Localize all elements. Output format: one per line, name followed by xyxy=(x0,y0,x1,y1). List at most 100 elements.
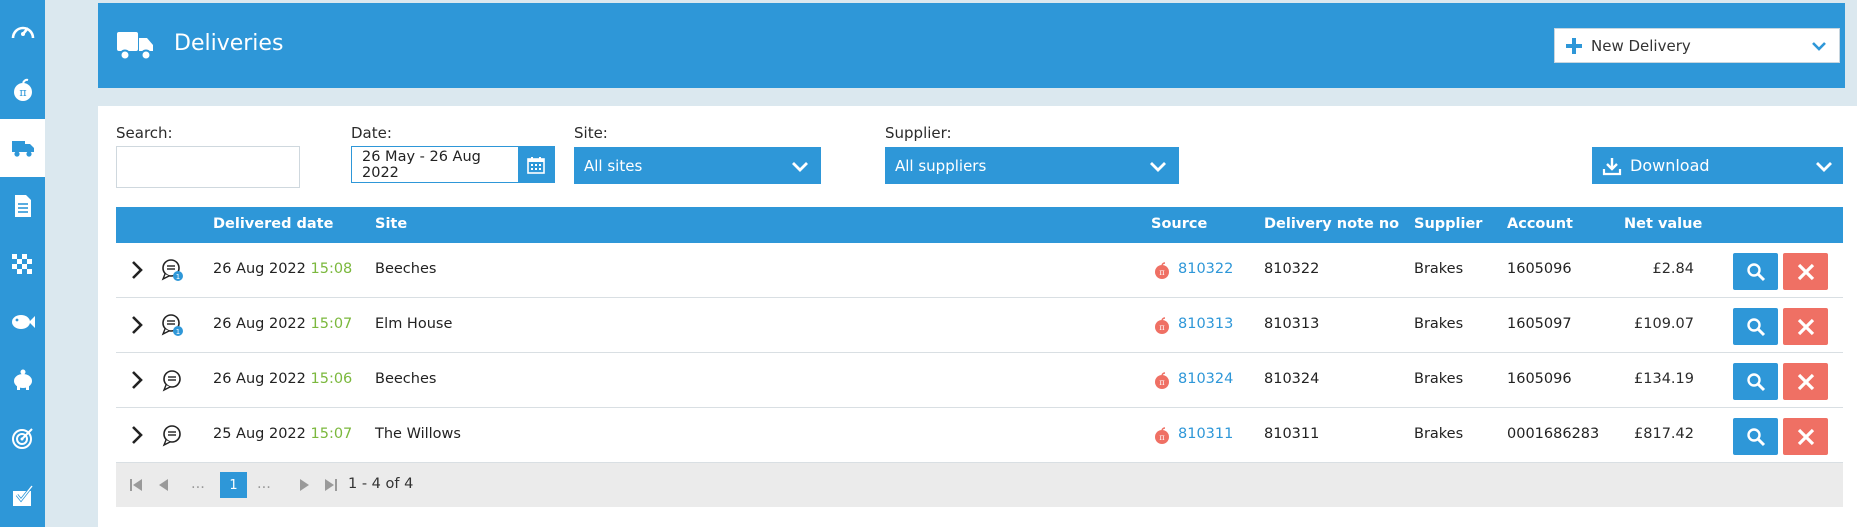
col-source[interactable]: Source xyxy=(1151,216,1207,232)
chevron-right-icon[interactable] xyxy=(126,259,148,281)
site-cell: Elm House xyxy=(375,316,453,332)
view-button[interactable] xyxy=(1733,308,1778,345)
chevron-down-icon xyxy=(1812,41,1826,51)
target-icon xyxy=(11,428,33,449)
page-header: Deliveries New Delivery xyxy=(98,3,1845,88)
new-delivery-button[interactable]: New Delivery xyxy=(1554,28,1840,63)
nav-savings[interactable] xyxy=(0,351,45,409)
col-account[interactable]: Account xyxy=(1507,216,1573,232)
delete-button[interactable] xyxy=(1783,253,1828,290)
delivery-truck-icon xyxy=(117,32,153,61)
next-page-icon xyxy=(300,479,309,491)
table-row[interactable]: 25 Aug 2022 15:07 The Willows π 810311 8… xyxy=(116,408,1843,463)
pagination-bar: ... 1 ... 1 - 4 of 4 xyxy=(116,463,1843,507)
nav-checklist[interactable] xyxy=(0,467,45,525)
note-comment-icon[interactable] xyxy=(160,423,184,447)
time-text: 15:07 xyxy=(310,426,353,442)
account-cell: 1605096 xyxy=(1507,371,1572,387)
source-link[interactable]: 810311 xyxy=(1178,426,1233,442)
search-input[interactable] xyxy=(116,146,300,188)
site-select[interactable]: All sites xyxy=(574,147,821,184)
date-text: 26 Aug 2022 xyxy=(213,371,306,387)
date-range-picker[interactable]: 26 May - 26 Aug 2022 xyxy=(351,146,555,183)
last-page-icon xyxy=(325,479,337,491)
svg-text:π: π xyxy=(1159,378,1164,387)
note-comment-icon[interactable] xyxy=(160,368,184,392)
table-header: Delivered date Site Source Delivery note… xyxy=(116,207,1843,243)
close-icon xyxy=(1797,373,1814,390)
time-text: 15:06 xyxy=(310,371,353,387)
view-button[interactable] xyxy=(1733,418,1778,455)
download-label: Download xyxy=(1630,156,1710,175)
col-supplier[interactable]: Supplier xyxy=(1414,216,1482,232)
chevron-right-icon[interactable] xyxy=(126,424,148,446)
pi-apple-icon: π xyxy=(1155,317,1169,334)
delivered-date: 26 Aug 2022 15:06 xyxy=(213,371,352,387)
col-site[interactable]: Site xyxy=(375,216,407,232)
svg-text:π: π xyxy=(1159,268,1164,277)
supplier-select[interactable]: All suppliers xyxy=(885,147,1179,184)
close-icon xyxy=(1797,263,1814,280)
chevron-right-icon[interactable] xyxy=(126,314,148,336)
pi-apple-icon: π xyxy=(1155,427,1169,444)
delivered-date: 26 Aug 2022 15:08 xyxy=(213,261,352,277)
site-label: Site: xyxy=(574,124,608,142)
nav-target[interactable] xyxy=(0,409,45,467)
left-nav-rail: π xyxy=(0,0,45,527)
search-label: Search: xyxy=(116,124,173,142)
first-page-icon xyxy=(130,479,142,491)
calendar-button[interactable] xyxy=(518,147,554,182)
search-icon xyxy=(1746,427,1765,446)
download-icon xyxy=(1602,157,1622,175)
document-icon xyxy=(14,195,31,217)
last-page-button[interactable] xyxy=(321,475,341,495)
date-label: Date: xyxy=(351,124,392,142)
note-comment-icon[interactable]: 1 xyxy=(160,313,184,337)
next-page-button[interactable] xyxy=(294,475,314,495)
source-link[interactable]: 810324 xyxy=(1178,371,1233,387)
delete-button[interactable] xyxy=(1783,308,1828,345)
nav-deliveries[interactable] xyxy=(0,119,45,177)
nav-dashboard[interactable] xyxy=(0,3,45,61)
view-button[interactable] xyxy=(1733,363,1778,400)
page-ellipsis-after[interactable]: ... xyxy=(257,476,271,492)
pi-apple-icon: π xyxy=(13,78,32,101)
page-ellipsis-before[interactable]: ... xyxy=(191,476,205,492)
col-delivered-date[interactable]: Delivered date xyxy=(213,216,333,232)
pi-apple-icon: π xyxy=(1155,262,1169,279)
delivery-note-no: 810313 xyxy=(1264,316,1320,332)
nav-flag[interactable] xyxy=(0,235,45,293)
net-value-cell: £817.42 xyxy=(1634,426,1694,442)
download-button[interactable]: Download xyxy=(1592,147,1843,184)
svg-text:π: π xyxy=(19,86,26,99)
col-net-value[interactable]: Net value xyxy=(1624,216,1702,232)
table-row[interactable]: 1 26 Aug 2022 15:07 Elm House π 810313 8… xyxy=(116,298,1843,353)
delete-button[interactable] xyxy=(1783,363,1828,400)
delivery-truck-icon xyxy=(11,141,34,157)
supplier-cell: Brakes xyxy=(1414,371,1464,387)
nav-documents[interactable] xyxy=(0,177,45,235)
view-button[interactable] xyxy=(1733,253,1778,290)
source-link[interactable]: 810322 xyxy=(1178,261,1233,277)
table-row[interactable]: 1 26 Aug 2022 15:08 Beeches π 810322 810… xyxy=(116,243,1843,298)
supplier-label: Supplier: xyxy=(885,124,952,142)
delivery-note-no: 810322 xyxy=(1264,261,1320,277)
chevron-down-icon xyxy=(1150,161,1166,172)
prev-page-button[interactable] xyxy=(154,475,174,495)
first-page-button[interactable] xyxy=(126,475,146,495)
new-delivery-label: New Delivery xyxy=(1591,36,1691,55)
page-current[interactable]: 1 xyxy=(220,472,247,498)
date-range-value[interactable]: 26 May - 26 Aug 2022 xyxy=(352,147,518,182)
col-delivery-note-no[interactable]: Delivery note no xyxy=(1264,216,1399,232)
nav-pi[interactable]: π xyxy=(0,61,45,119)
chevron-right-icon[interactable] xyxy=(126,369,148,391)
note-comment-icon[interactable]: 1 xyxy=(160,258,184,282)
delete-button[interactable] xyxy=(1783,418,1828,455)
nav-fish[interactable] xyxy=(0,293,45,351)
dashboard-gauge-icon xyxy=(11,26,34,39)
date-text: 26 Aug 2022 xyxy=(213,261,306,277)
source-link[interactable]: 810313 xyxy=(1178,316,1233,332)
page-title: Deliveries xyxy=(174,31,284,56)
svg-text:π: π xyxy=(1159,323,1164,332)
table-row[interactable]: 26 Aug 2022 15:06 Beeches π 810324 81032… xyxy=(116,353,1843,408)
